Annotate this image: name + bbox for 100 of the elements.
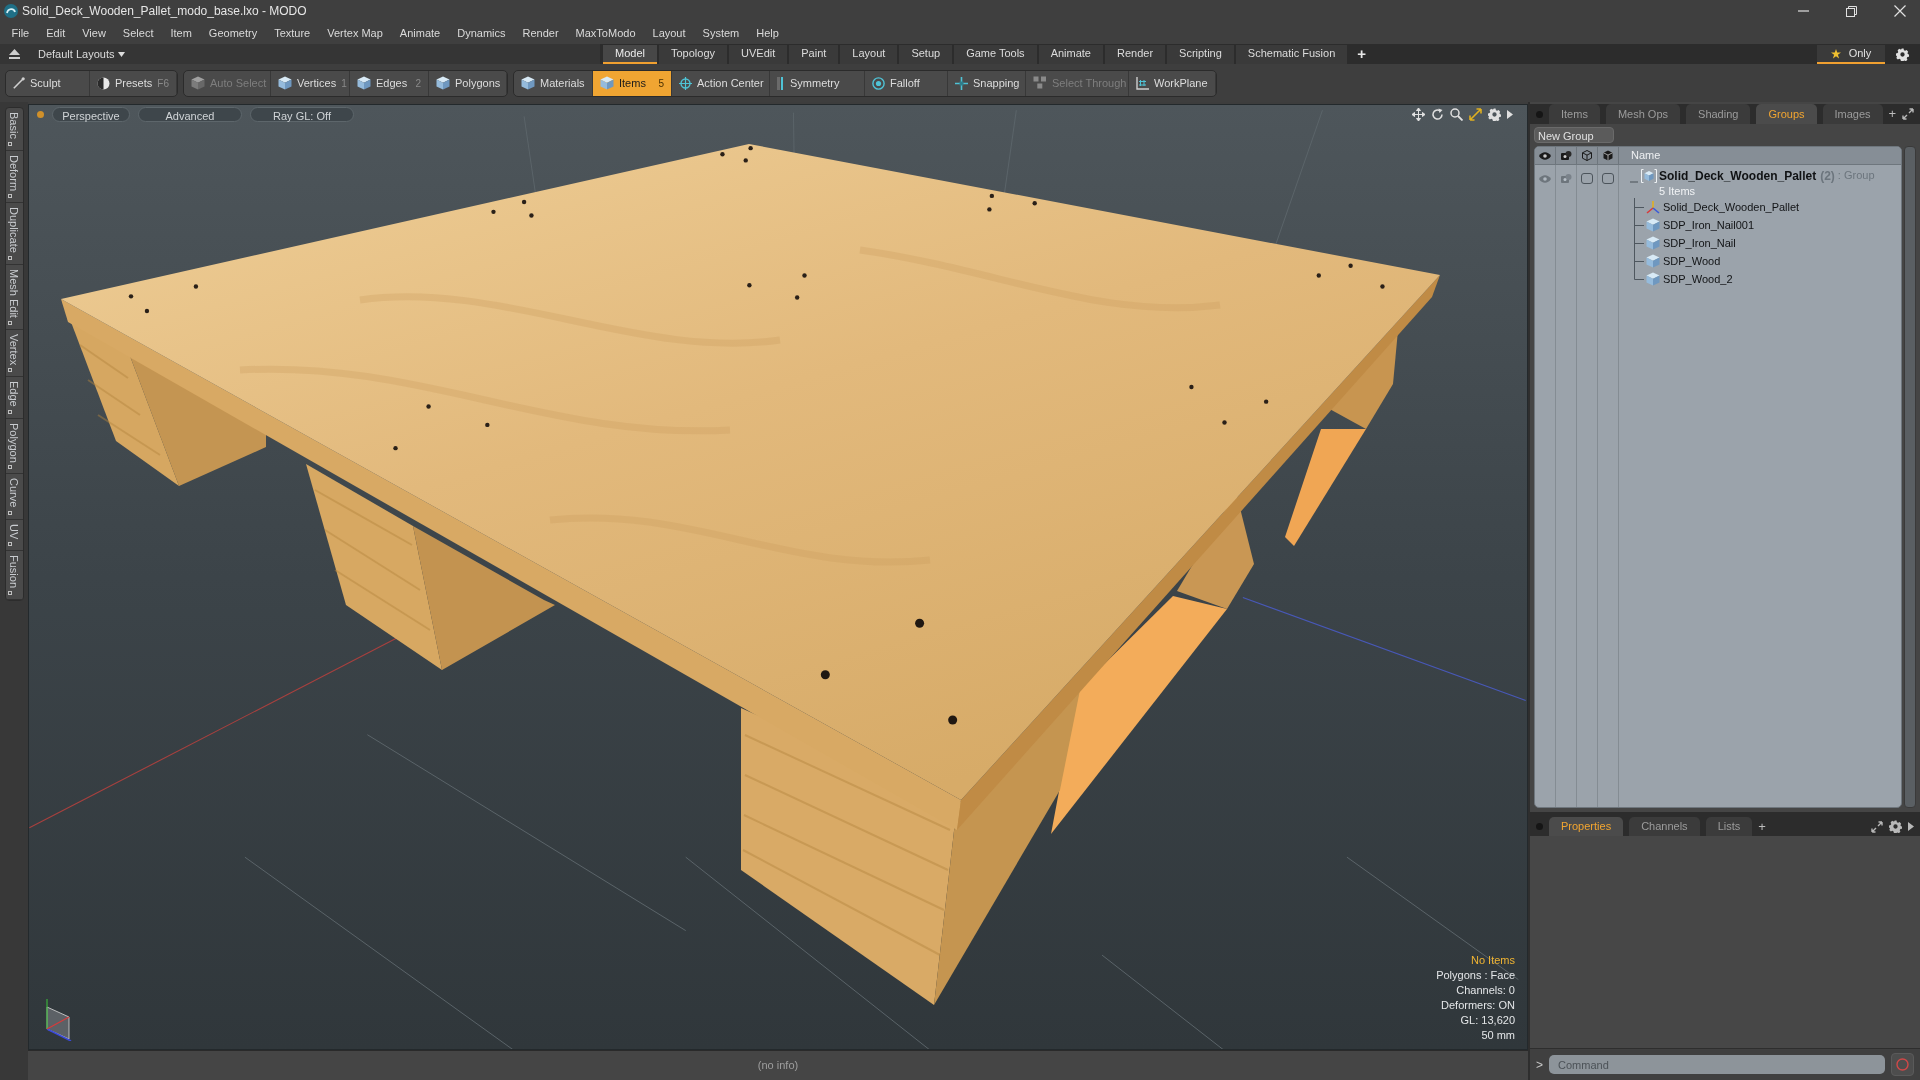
layout-tab[interactable]: Scripting (1167, 45, 1234, 64)
tool-tab[interactable]: Vertex (7, 333, 21, 365)
symmetry-button[interactable]: Symmetry (770, 70, 865, 96)
layout-tab[interactable]: Schematic Fusion (1235, 45, 1348, 64)
eye-icon[interactable] (1539, 151, 1551, 160)
tool-tab[interactable]: Basic (7, 112, 21, 139)
vertices-button[interactable]: Vertices 1 (271, 70, 350, 96)
menu-item[interactable]: Dynamics (448, 24, 514, 42)
layout-tab[interactable]: Setup (899, 45, 953, 64)
menu-item[interactable]: System (694, 24, 748, 42)
camera-icon[interactable] (1560, 151, 1572, 160)
layout-tab[interactable]: Model (603, 45, 657, 64)
menu-item[interactable]: File (3, 24, 38, 42)
square-toggle[interactable] (1581, 173, 1593, 184)
cube-outline-icon[interactable] (1582, 150, 1592, 161)
layouts-dropdown[interactable]: Default Layouts (38, 45, 126, 63)
menu-item[interactable]: View (73, 24, 115, 42)
layout-tab[interactable]: UVEdit (729, 45, 788, 64)
layout-tab[interactable]: Topology (658, 45, 727, 64)
menu-item[interactable]: Texture (265, 24, 319, 42)
menu-item[interactable]: Item (161, 24, 201, 42)
tool-tab[interactable]: Polygon (7, 422, 21, 463)
viewport-option-button[interactable]: Advanced (138, 107, 242, 122)
tree-item-name[interactable]: SDP_Iron_Nail001 (1663, 216, 1755, 234)
tree-item-name[interactable]: SDP_Wood_2 (1663, 270, 1733, 288)
tool-tab[interactable]: Duplicate (7, 206, 21, 253)
panel-tab[interactable]: Properties (1549, 817, 1624, 836)
add-tab-button[interactable]: + (1888, 104, 1897, 124)
tree-item-name[interactable]: SDP_Wood (1663, 252, 1721, 270)
up-arrow-icon[interactable] (9, 49, 20, 59)
panel-tab[interactable]: Groups (1756, 104, 1817, 124)
expand-icon[interactable] (1871, 820, 1883, 833)
workplane-button[interactable]: WorkPlane (1129, 70, 1216, 96)
triangle-icon[interactable] (1507, 110, 1513, 119)
menu-item[interactable]: Edit (37, 24, 74, 42)
menu-item[interactable]: Layout (644, 24, 695, 42)
menu-item[interactable]: MaxToModo (567, 24, 644, 42)
menu-item[interactable]: Geometry (200, 24, 266, 42)
panel-tab[interactable]: Channels (1629, 817, 1700, 836)
panel-tab[interactable]: Lists (1705, 817, 1753, 836)
layout-tab[interactable]: Render (1105, 45, 1166, 64)
settings-icon[interactable] (1488, 108, 1501, 121)
dot-icon[interactable] (37, 111, 44, 118)
falloff-button[interactable]: Falloff (865, 70, 948, 96)
restore-icon[interactable] (1846, 5, 1857, 17)
tool-tab[interactable]: Edge (7, 380, 21, 407)
tool-tab[interactable]: Fusion (7, 555, 21, 589)
cube-icon (357, 76, 371, 90)
menu-item[interactable]: Help (747, 24, 788, 42)
search-icon[interactable] (1450, 108, 1463, 121)
add-tab-button[interactable]: + (1758, 816, 1766, 837)
panel-tab[interactable]: Items (1549, 104, 1600, 124)
square-marker-icon (7, 510, 12, 515)
layout-tab[interactable]: Paint (789, 45, 839, 64)
menu-item[interactable]: Vertex Map (318, 24, 392, 42)
presets-button[interactable]: Presets F6 (90, 70, 177, 96)
tool-tab[interactable]: Curve (7, 478, 21, 508)
command-field[interactable]: Command (1549, 1055, 1885, 1074)
rotate-icon[interactable] (1431, 108, 1444, 121)
triangle-icon[interactable] (1908, 822, 1914, 831)
move-icon[interactable] (1412, 108, 1425, 121)
items-button[interactable]: Items 5 (593, 70, 672, 96)
viewport-info-text: Polygons : Face (1436, 968, 1515, 983)
axes-icon (1646, 200, 1660, 214)
close-icon[interactable] (1894, 5, 1906, 17)
panel-tab[interactable]: Shading (1686, 104, 1751, 124)
add-tab-button[interactable]: + (1349, 45, 1375, 64)
menu-item[interactable]: Animate (391, 24, 449, 42)
viewport-option-button[interactable]: Ray GL: Off (250, 107, 354, 122)
tree-item-name[interactable]: SDP_Iron_Nail (1663, 234, 1736, 252)
cube-icon[interactable] (1603, 150, 1613, 161)
viewport-option-button[interactable]: Perspective (52, 107, 130, 122)
group-name[interactable]: Solid_Deck_Wooden_Pallet (1659, 166, 1817, 185)
tool-tab[interactable]: Deform (7, 154, 21, 191)
square-marker-icon (7, 320, 12, 325)
edges-button[interactable]: Edges 2 (350, 70, 429, 96)
polygons-button[interactable]: Polygons (429, 70, 507, 96)
maximize-icon[interactable] (1469, 108, 1482, 121)
viewport[interactable]: Perspective Advanced Ray GL: Off No Items Polygons : Face Channels: 0 Deformers: ON GL: 13,620 50 mm (28, 104, 1528, 1050)
layout-tab[interactable]: Animate (1038, 45, 1103, 64)
layout-tab[interactable]: Game Tools (954, 45, 1037, 64)
snapping-button[interactable]: Snapping (948, 70, 1026, 96)
square-toggle[interactable] (1602, 173, 1614, 184)
action-center-button[interactable]: Action Center (672, 70, 770, 96)
menu-item[interactable]: Select (114, 24, 162, 42)
tool-tab[interactable]: UV (7, 523, 21, 540)
scrollbar[interactable] (1904, 146, 1916, 808)
sculpt-button[interactable]: Sculpt (6, 70, 90, 96)
tree-item-name[interactable]: Solid_Deck_Wooden_Pallet (1663, 198, 1800, 216)
new-group-button[interactable]: New Group (1534, 127, 1614, 143)
settings-icon[interactable] (1889, 820, 1902, 833)
layout-tab[interactable]: Layout (840, 45, 898, 64)
panel-tab[interactable]: Images (1822, 104, 1883, 124)
menu-item[interactable]: Render (514, 24, 568, 42)
panel-tab[interactable]: Mesh Ops (1605, 104, 1681, 124)
only-toggle[interactable]: Only (1817, 45, 1885, 64)
settings-icon[interactable] (1896, 48, 1909, 61)
record-icon (1896, 1058, 1909, 1071)
expand-icon[interactable] (1902, 108, 1915, 120)
tool-tab[interactable]: Mesh Edit (7, 268, 21, 318)
